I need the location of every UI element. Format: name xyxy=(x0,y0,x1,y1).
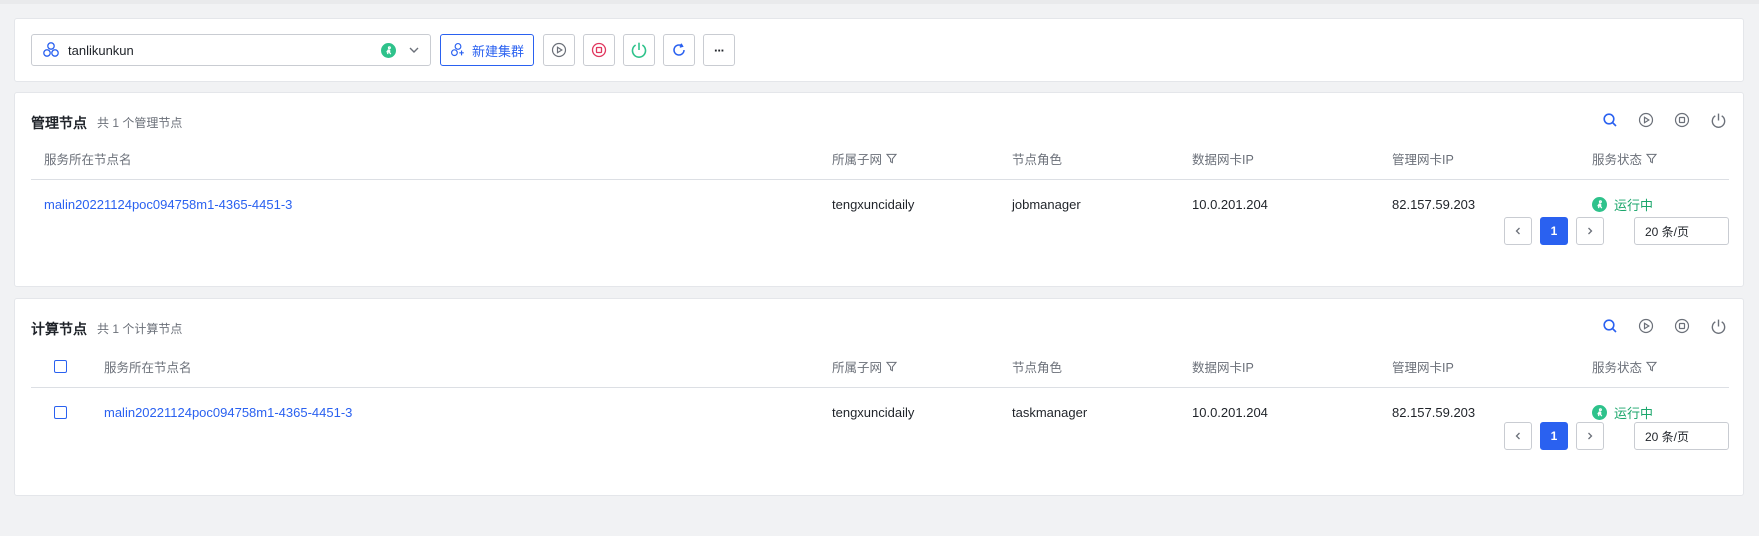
power-icon[interactable] xyxy=(1707,315,1729,337)
row-select-cell xyxy=(54,388,67,436)
stop-icon[interactable] xyxy=(1671,315,1693,337)
cluster-name: tanlikunkun xyxy=(68,42,134,58)
status-text: 运行中 xyxy=(1614,405,1654,421)
mgmt-ip-cell: 82.157.59.203 xyxy=(1392,404,1476,420)
section-tools xyxy=(1599,109,1729,131)
stop-icon xyxy=(591,42,607,58)
more-label: ··· xyxy=(714,42,725,58)
refresh-icon xyxy=(671,42,687,58)
next-page-button[interactable] xyxy=(1576,217,1604,245)
status-running-icon xyxy=(1592,404,1607,420)
table-row: malin20221124poc094758m1-4365-4451-3 ten… xyxy=(31,388,1729,436)
cluster-add-icon xyxy=(450,42,466,58)
search-icon[interactable] xyxy=(1599,109,1621,131)
page-size-select[interactable]: 20 条/页 xyxy=(1634,217,1729,245)
page-number-button[interactable]: 1 xyxy=(1540,422,1568,450)
col-node-name: 服务所在节点名 xyxy=(104,361,192,375)
new-cluster-label: 新建集群 xyxy=(471,43,524,59)
section-summary: 共 1 个管理节点 xyxy=(97,116,183,130)
page-number-button[interactable]: 1 xyxy=(1540,217,1568,245)
section-title: 管理节点 xyxy=(31,115,87,131)
node-name-link[interactable]: malin20221124poc094758m1-4365-4451-3 xyxy=(104,388,352,436)
section-title: 计算节点 xyxy=(31,321,87,337)
select-all-checkbox[interactable] xyxy=(54,360,67,373)
pagination: 1 20 条/页 xyxy=(1504,217,1729,245)
subnet-cell: tengxuncidaily xyxy=(832,404,915,420)
row-checkbox[interactable] xyxy=(54,405,67,419)
col-role: 节点角色 xyxy=(1012,361,1063,375)
power-icon xyxy=(630,41,648,59)
new-cluster-button[interactable]: 新建集群 xyxy=(440,34,534,66)
subnet-cell: tengxuncidaily xyxy=(832,196,915,212)
chevron-left-icon xyxy=(1513,431,1523,441)
prev-page-button[interactable] xyxy=(1504,217,1532,245)
table-header: 服务所在节点名 所属子网 节点角色 数据网卡IP 管理网卡IP 服务状态 xyxy=(31,346,1729,388)
chevron-left-icon xyxy=(1513,226,1523,236)
col-subnet[interactable]: 所属子网 xyxy=(832,346,898,387)
status-text: 运行中 xyxy=(1614,197,1654,213)
refresh-button[interactable] xyxy=(663,34,695,66)
node-name-link[interactable]: malin20221124poc094758m1-4365-4451-3 xyxy=(44,180,292,228)
filter-icon[interactable] xyxy=(886,153,898,164)
cluster-select[interactable]: tanlikunkun xyxy=(31,34,431,66)
top-strip xyxy=(0,0,1759,4)
search-icon[interactable] xyxy=(1599,315,1621,337)
role-cell: taskmanager xyxy=(1012,404,1088,420)
col-mgmt-ip: 管理网卡IP xyxy=(1392,153,1454,167)
pagination: 1 20 条/页 xyxy=(1504,422,1729,450)
status-running-icon xyxy=(1592,196,1607,212)
select-all-cell xyxy=(54,346,67,387)
filter-icon[interactable] xyxy=(1646,361,1658,372)
page-size-select[interactable]: 20 条/页 xyxy=(1634,422,1729,450)
col-mgmt-ip: 管理网卡IP xyxy=(1392,361,1454,375)
cluster-toolbar: tanlikunkun 新建集群 ··· xyxy=(14,18,1744,82)
filter-icon[interactable] xyxy=(886,361,898,372)
col-subnet-label: 所属子网 xyxy=(832,361,883,375)
col-node-name: 服务所在节点名 xyxy=(44,153,132,167)
stop-icon[interactable] xyxy=(1671,109,1693,131)
prev-page-button[interactable] xyxy=(1504,422,1532,450)
management-nodes-card: 管理节点 共 1 个管理节点 服务所在节点名 所属子网 节点角色 数据网卡IP … xyxy=(14,92,1744,287)
data-ip-cell: 10.0.201.204 xyxy=(1192,404,1268,420)
start-cluster-button[interactable] xyxy=(543,34,575,66)
col-subnet-label: 所属子网 xyxy=(832,153,883,167)
col-role: 节点角色 xyxy=(1012,153,1063,167)
table-row: malin20221124poc094758m1-4365-4451-3 ten… xyxy=(31,180,1729,228)
chevron-down-icon xyxy=(408,44,420,56)
section-tools xyxy=(1599,315,1729,337)
col-subnet[interactable]: 所属子网 xyxy=(832,138,898,179)
chevron-right-icon xyxy=(1585,226,1595,236)
power-icon[interactable] xyxy=(1707,109,1729,131)
power-cluster-button[interactable] xyxy=(623,34,655,66)
stop-cluster-button[interactable] xyxy=(583,34,615,66)
table-header: 服务所在节点名 所属子网 节点角色 数据网卡IP 管理网卡IP 服务状态 xyxy=(31,138,1729,180)
play-icon xyxy=(551,42,567,58)
play-icon[interactable] xyxy=(1635,315,1657,337)
more-button[interactable]: ··· xyxy=(703,34,735,66)
compute-nodes-card: 计算节点 共 1 个计算节点 服务所在节点名 所属子网 节点角色 数据网卡IP … xyxy=(14,298,1744,496)
col-data-ip: 数据网卡IP xyxy=(1192,153,1254,167)
col-status[interactable]: 服务状态 xyxy=(1592,346,1658,387)
data-ip-cell: 10.0.201.204 xyxy=(1192,196,1268,212)
mgmt-ip-cell: 82.157.59.203 xyxy=(1392,196,1476,212)
cluster-icon xyxy=(42,41,60,59)
section-summary: 共 1 个计算节点 xyxy=(97,322,183,336)
play-icon[interactable] xyxy=(1635,109,1657,131)
col-status-label: 服务状态 xyxy=(1592,153,1643,167)
col-status[interactable]: 服务状态 xyxy=(1592,138,1658,179)
filter-icon[interactable] xyxy=(1646,153,1658,164)
chevron-right-icon xyxy=(1585,431,1595,441)
next-page-button[interactable] xyxy=(1576,422,1604,450)
col-status-label: 服务状态 xyxy=(1592,361,1643,375)
col-data-ip: 数据网卡IP xyxy=(1192,361,1254,375)
status-running-icon xyxy=(381,42,396,58)
role-cell: jobmanager xyxy=(1012,196,1081,212)
